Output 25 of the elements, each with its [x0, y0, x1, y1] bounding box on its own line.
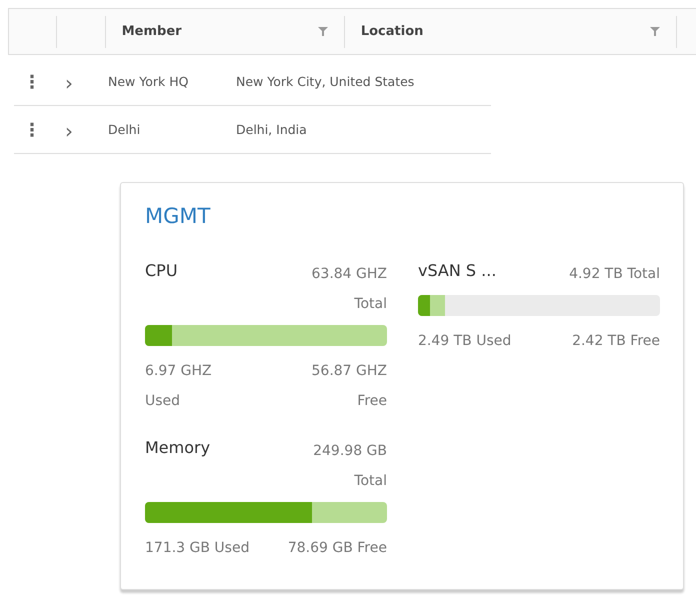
- row-menu-button[interactable]: ⋮: [14, 69, 50, 96]
- meter-label: vSAN S ...: [418, 260, 496, 282]
- table-cell-text: Delhi: [108, 121, 142, 140]
- table-cell-text: Delhi, India: [236, 121, 307, 140]
- card-title[interactable]: MGMT: [145, 201, 659, 232]
- filter-icon[interactable]: [318, 27, 328, 36]
- column-header[interactable]: Location: [360, 22, 424, 42]
- meter-total: 249.98 GB Total: [312, 442, 387, 490]
- free-label: 2.42 TB Free: [572, 332, 660, 350]
- used-label: 6.97 GHZ Used: [145, 362, 213, 410]
- filter-icon[interactable]: [650, 27, 660, 36]
- column-header[interactable]: Member: [122, 22, 182, 42]
- meter-label: Memory: [145, 436, 210, 458]
- used-label: 171.3 GB Used: [145, 538, 250, 558]
- meter-label: CPU: [145, 260, 178, 282]
- free-label: 78.69 GB Free: [288, 538, 387, 558]
- meter-total: 4.92 TB Total: [569, 264, 660, 284]
- expand-button[interactable]: ›: [65, 120, 85, 140]
- table-cell-text: New York City, United States: [236, 73, 414, 92]
- used-label: 2.49 TB Used: [418, 332, 512, 350]
- free-label: 56.87 GHZ Free: [310, 362, 387, 410]
- table-cell-text: New York HQ: [108, 73, 190, 92]
- meter-total: 63.84 GHZ Total: [310, 264, 387, 314]
- row-menu-button[interactable]: ⋮: [14, 117, 50, 144]
- expand-button[interactable]: ›: [65, 72, 85, 92]
